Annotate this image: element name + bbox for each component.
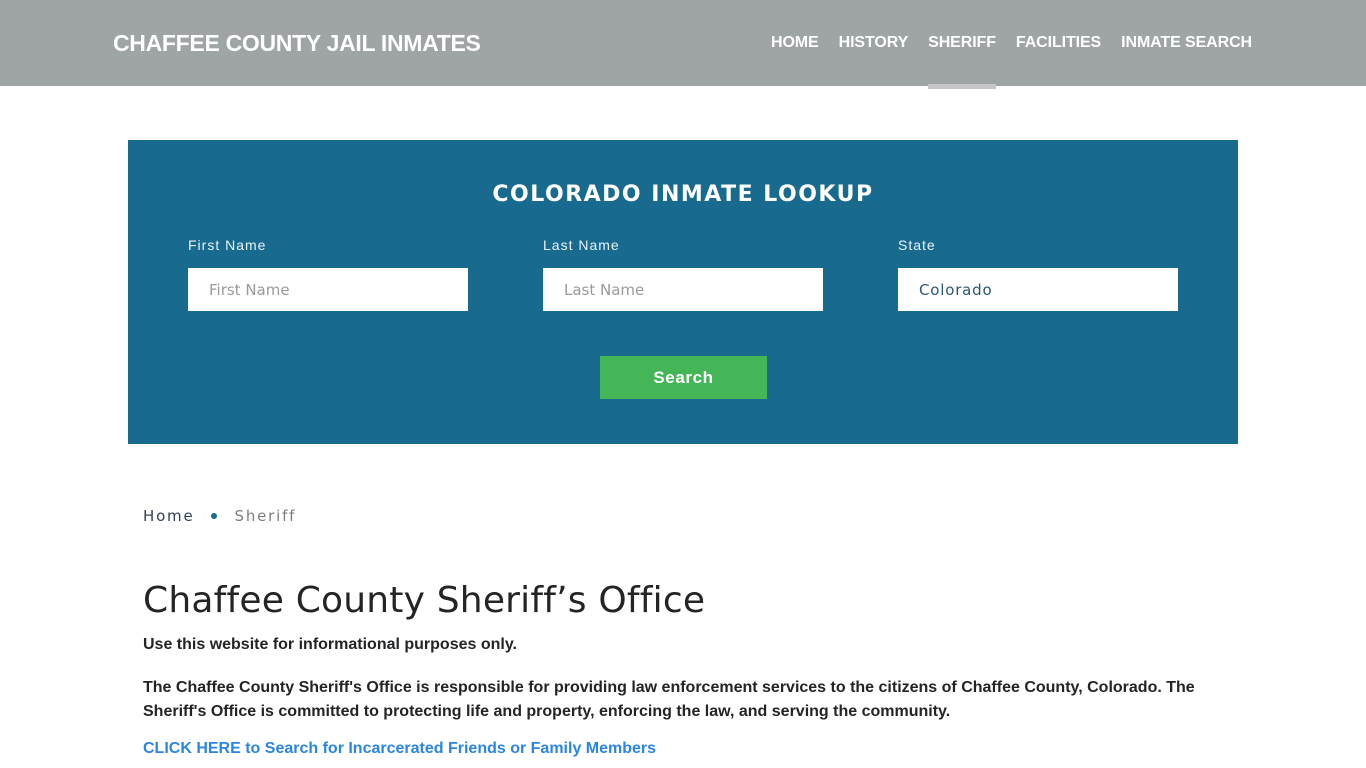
- inmate-lookup-panel: COLORADO INMATE LOOKUP First Name Last N…: [128, 140, 1238, 444]
- main-nav: HOME HISTORY SHERIFF FACILITIES INMATE S…: [771, 0, 1252, 89]
- nav-item-home[interactable]: HOME: [771, 0, 819, 86]
- state-input[interactable]: [898, 268, 1178, 311]
- state-label: State: [898, 237, 936, 253]
- state-field-group: State: [898, 237, 1178, 311]
- breadcrumb-separator-dot-icon: [210, 513, 217, 519]
- first-name-input[interactable]: [188, 268, 468, 311]
- first-name-label: First Name: [188, 237, 267, 253]
- breadcrumb: Home Sheriff: [143, 507, 296, 525]
- nav-item-sheriff[interactable]: SHERIFF: [928, 0, 996, 89]
- site-brand-link[interactable]: CHAFFEE COUNTY JAIL INMATES: [113, 30, 481, 57]
- first-name-field-group: First Name: [188, 237, 468, 311]
- last-name-input[interactable]: [543, 268, 823, 311]
- breadcrumb-home-link[interactable]: Home: [143, 507, 195, 525]
- nav-item-inmate-search[interactable]: INMATE SEARCH: [1121, 0, 1252, 86]
- description-text: The Chaffee County Sheriff's Office is r…: [143, 679, 1195, 720]
- nav-item-facilities[interactable]: FACILITIES: [1016, 0, 1101, 86]
- intro-text: Use this website for informational purpo…: [143, 636, 517, 653]
- lookup-title: COLORADO INMATE LOOKUP: [492, 182, 874, 207]
- breadcrumb-current: Sheriff: [234, 507, 297, 525]
- search-button[interactable]: Search: [600, 356, 767, 399]
- page-title: Chaffee County Sheriff’s Office: [143, 580, 706, 621]
- last-name-field-group: Last Name: [543, 237, 823, 311]
- nav-item-history[interactable]: HISTORY: [839, 0, 909, 86]
- top-navbar: CHAFFEE COUNTY JAIL INMATES HOME HISTORY…: [0, 0, 1366, 89]
- search-incarcerated-link[interactable]: CLICK HERE to Search for Incarcerated Fr…: [143, 740, 656, 758]
- last-name-label: Last Name: [543, 237, 620, 253]
